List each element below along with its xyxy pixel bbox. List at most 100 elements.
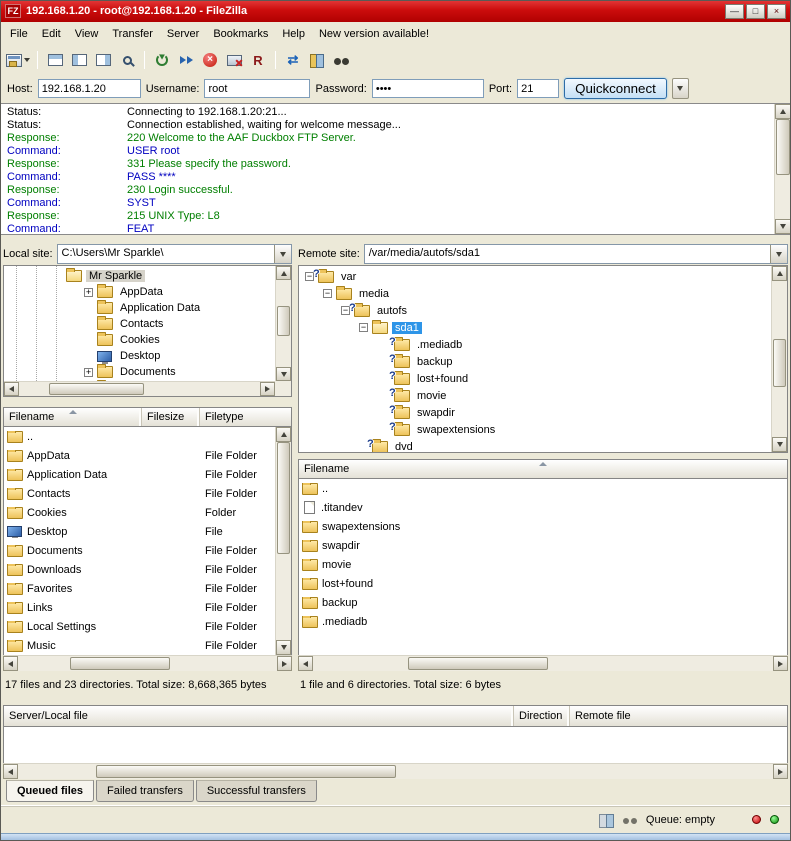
tab-successful-transfers[interactable]: Successful transfers bbox=[196, 780, 317, 802]
expand-icon[interactable]: + bbox=[84, 288, 93, 297]
scroll-track[interactable] bbox=[775, 119, 791, 219]
combo-dropdown-button[interactable] bbox=[770, 245, 787, 263]
scroll-track[interactable] bbox=[276, 442, 291, 640]
scroll-thumb[interactable] bbox=[776, 119, 790, 175]
directory-comparison-button[interactable] bbox=[306, 49, 328, 71]
scroll-up-button[interactable] bbox=[775, 104, 791, 119]
scroll-down-button[interactable] bbox=[276, 367, 291, 381]
minimize-button[interactable]: — bbox=[725, 4, 744, 19]
remote-site-combobox[interactable]: /var/media/autofs/sda1 bbox=[364, 244, 788, 264]
scroll-track[interactable] bbox=[313, 656, 773, 671]
site-manager-button[interactable] bbox=[5, 49, 31, 71]
queue-horizontal-scrollbar[interactable] bbox=[3, 763, 788, 779]
column-header-filetype[interactable]: Filetype bbox=[200, 408, 291, 426]
disconnect-button[interactable] bbox=[223, 49, 245, 71]
quickconnect-button[interactable]: Quickconnect bbox=[564, 78, 667, 99]
tab-queued-files[interactable]: Queued files bbox=[6, 780, 94, 802]
collapse-icon[interactable]: − bbox=[323, 289, 332, 298]
scroll-left-button[interactable] bbox=[3, 656, 18, 671]
scroll-track[interactable] bbox=[276, 280, 291, 367]
local-list-horizontal-scrollbar[interactable] bbox=[3, 655, 292, 671]
scroll-left-button[interactable] bbox=[4, 382, 19, 396]
maximize-button[interactable]: □ bbox=[746, 4, 765, 19]
tree-item[interactable]: ?movie bbox=[299, 387, 771, 404]
menu-server[interactable]: Server bbox=[160, 24, 206, 44]
tree-item[interactable]: Cookies bbox=[4, 332, 275, 348]
cancel-button[interactable]: × bbox=[199, 49, 221, 71]
remote-list-horizontal-scrollbar[interactable] bbox=[298, 655, 788, 671]
file-row[interactable]: AppDataFile Folder bbox=[4, 446, 275, 465]
file-row[interactable]: ContactsFile Folder bbox=[4, 484, 275, 503]
scroll-up-button[interactable] bbox=[276, 266, 291, 280]
local-tree-horizontal-scrollbar[interactable] bbox=[4, 381, 275, 396]
file-row[interactable]: swapdir bbox=[299, 536, 787, 555]
scroll-thumb[interactable] bbox=[773, 339, 786, 387]
log-scrollbar[interactable] bbox=[774, 104, 791, 234]
column-header-server-local-file[interactable]: Server/Local file bbox=[4, 706, 514, 726]
tree-item[interactable]: ?lost+found bbox=[299, 370, 771, 387]
menu-transfer[interactable]: Transfer bbox=[105, 24, 160, 44]
tree-item[interactable]: −?var bbox=[299, 268, 771, 285]
username-input[interactable] bbox=[204, 79, 310, 98]
toggle-queue-button[interactable] bbox=[116, 49, 138, 71]
scroll-up-button[interactable] bbox=[276, 427, 291, 442]
toggle-local-tree-button[interactable] bbox=[68, 49, 90, 71]
tree-item[interactable]: −?autofs bbox=[299, 302, 771, 319]
scroll-right-button[interactable] bbox=[773, 764, 788, 779]
scroll-left-button[interactable] bbox=[3, 764, 18, 779]
file-row[interactable]: MusicFile Folder bbox=[4, 636, 275, 655]
scroll-thumb[interactable] bbox=[96, 765, 396, 778]
file-row[interactable]: movie bbox=[299, 555, 787, 574]
port-input[interactable] bbox=[517, 79, 559, 98]
scroll-thumb[interactable] bbox=[49, 383, 144, 395]
scroll-thumb[interactable] bbox=[277, 306, 290, 336]
file-row[interactable]: backup bbox=[299, 593, 787, 612]
menu-file[interactable]: File bbox=[3, 24, 35, 44]
toggle-remote-tree-button[interactable] bbox=[92, 49, 114, 71]
expand-icon[interactable]: + bbox=[84, 368, 93, 377]
file-row[interactable]: DownloadsFile Folder bbox=[4, 560, 275, 579]
scroll-track[interactable] bbox=[772, 281, 787, 437]
tree-item[interactable]: ?backup bbox=[299, 353, 771, 370]
file-row[interactable]: FavoritesFile Folder bbox=[4, 579, 275, 598]
scroll-down-button[interactable] bbox=[772, 437, 787, 452]
tree-item[interactable]: ?swapdir bbox=[299, 404, 771, 421]
tree-item[interactable]: −sda1 bbox=[299, 319, 771, 336]
scroll-right-button[interactable] bbox=[277, 656, 292, 671]
synchronized-browsing-button[interactable]: ⇄ bbox=[282, 49, 304, 71]
tree-item[interactable]: −media bbox=[299, 285, 771, 302]
scroll-track[interactable] bbox=[18, 656, 277, 671]
tree-item[interactable]: ?.mediadb bbox=[299, 336, 771, 353]
file-row[interactable]: DesktopFile bbox=[4, 522, 275, 541]
column-header-filename[interactable]: Filename bbox=[299, 460, 787, 478]
tree-item[interactable]: +Documents bbox=[4, 364, 275, 380]
file-row[interactable]: .titandev bbox=[299, 498, 787, 517]
tree-item[interactable]: +AppData bbox=[4, 284, 275, 300]
menu-new-version[interactable]: New version available! bbox=[312, 24, 436, 44]
process-queue-button[interactable] bbox=[175, 49, 197, 71]
scroll-right-button[interactable] bbox=[260, 382, 275, 396]
tree-item[interactable]: ?swapextensions bbox=[299, 421, 771, 438]
tree-item[interactable]: Desktop bbox=[4, 348, 275, 364]
tab-failed-transfers[interactable]: Failed transfers bbox=[96, 780, 194, 802]
local-tree-vertical-scrollbar[interactable] bbox=[275, 266, 291, 381]
scroll-thumb[interactable] bbox=[408, 657, 548, 670]
column-header-filesize[interactable]: Filesize bbox=[142, 408, 200, 426]
tree-item[interactable]: Mr Sparkle bbox=[4, 268, 275, 284]
scroll-thumb[interactable] bbox=[277, 442, 290, 554]
close-button[interactable]: × bbox=[767, 4, 786, 19]
scroll-track[interactable] bbox=[19, 382, 260, 396]
file-row[interactable]: swapextensions bbox=[299, 517, 787, 536]
password-input[interactable] bbox=[372, 79, 484, 98]
column-header-direction[interactable]: Direction bbox=[514, 706, 570, 726]
remote-tree-vertical-scrollbar[interactable] bbox=[771, 266, 787, 452]
local-site-combobox[interactable]: C:\Users\Mr Sparkle\ bbox=[57, 244, 292, 264]
combo-dropdown-button[interactable] bbox=[274, 245, 291, 263]
refresh-button[interactable] bbox=[151, 49, 173, 71]
scroll-down-button[interactable] bbox=[276, 640, 291, 655]
column-header-remote-file[interactable]: Remote file bbox=[570, 706, 787, 726]
tree-item[interactable]: Contacts bbox=[4, 316, 275, 332]
file-row[interactable]: Application DataFile Folder bbox=[4, 465, 275, 484]
find-files-button[interactable] bbox=[330, 49, 352, 71]
log-splitter[interactable] bbox=[0, 235, 791, 243]
